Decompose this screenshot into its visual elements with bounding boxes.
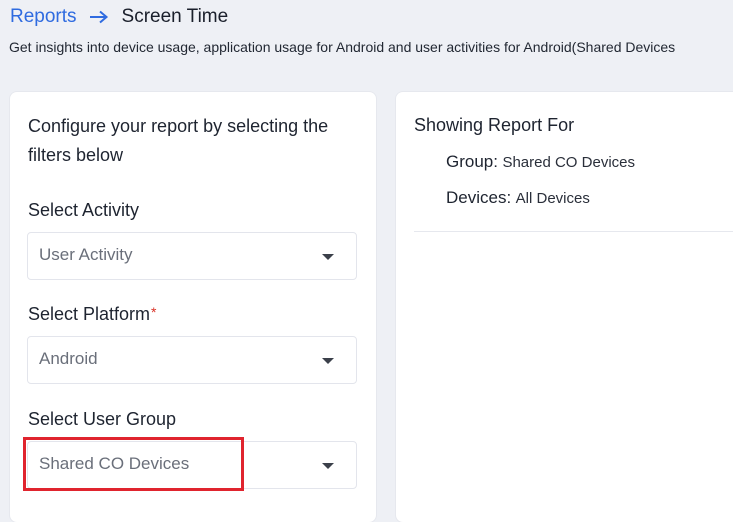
arrow-right-icon bbox=[89, 10, 108, 24]
report-group-key: Group bbox=[446, 152, 494, 171]
report-group-separator: : bbox=[493, 152, 498, 171]
select-user-group-dropdown[interactable]: Shared CO Devices bbox=[27, 441, 357, 489]
select-user-group-value: Shared CO Devices bbox=[39, 454, 190, 473]
select-platform-value: Android bbox=[39, 349, 98, 368]
breadcrumb: Reports Screen Time bbox=[10, 4, 228, 30]
select-platform-dropdown[interactable]: Android bbox=[27, 336, 357, 384]
breadcrumb-reports-link[interactable]: Reports bbox=[10, 6, 77, 28]
chevron-down-icon bbox=[322, 254, 334, 260]
select-user-group-label: Select User Group bbox=[28, 409, 177, 429]
report-summary-panel: Showing Report For Group: Shared CO Devi… bbox=[396, 92, 733, 522]
chevron-down-icon bbox=[322, 463, 334, 469]
report-group-value: Shared CO Devices bbox=[502, 154, 635, 171]
page-title: Screen Time bbox=[121, 6, 229, 27]
report-group-row: Group: Shared CO Devices bbox=[446, 152, 635, 172]
page-description: Get insights into device usage, applicat… bbox=[9, 39, 676, 55]
chevron-down-icon bbox=[322, 358, 334, 364]
select-platform-label-text: Select Platform bbox=[28, 304, 151, 324]
select-activity-dropdown[interactable]: User Activity bbox=[27, 232, 357, 280]
report-summary-title: Showing Report For bbox=[414, 115, 575, 135]
report-devices-value: All Devices bbox=[515, 190, 590, 207]
select-activity-value: User Activity bbox=[39, 245, 133, 264]
select-activity-label: Select Activity bbox=[28, 200, 140, 220]
divider bbox=[414, 231, 733, 232]
report-devices-key: Devices bbox=[446, 188, 507, 207]
filters-panel: Configure your report by selecting the f… bbox=[10, 92, 376, 522]
filters-intro: Configure your report by selecting the f… bbox=[28, 116, 329, 165]
select-platform-label: Select Platform* bbox=[28, 304, 157, 325]
required-marker: * bbox=[151, 304, 157, 320]
report-devices-row: Devices: All Devices bbox=[446, 188, 590, 208]
report-devices-separator: : bbox=[506, 188, 512, 207]
